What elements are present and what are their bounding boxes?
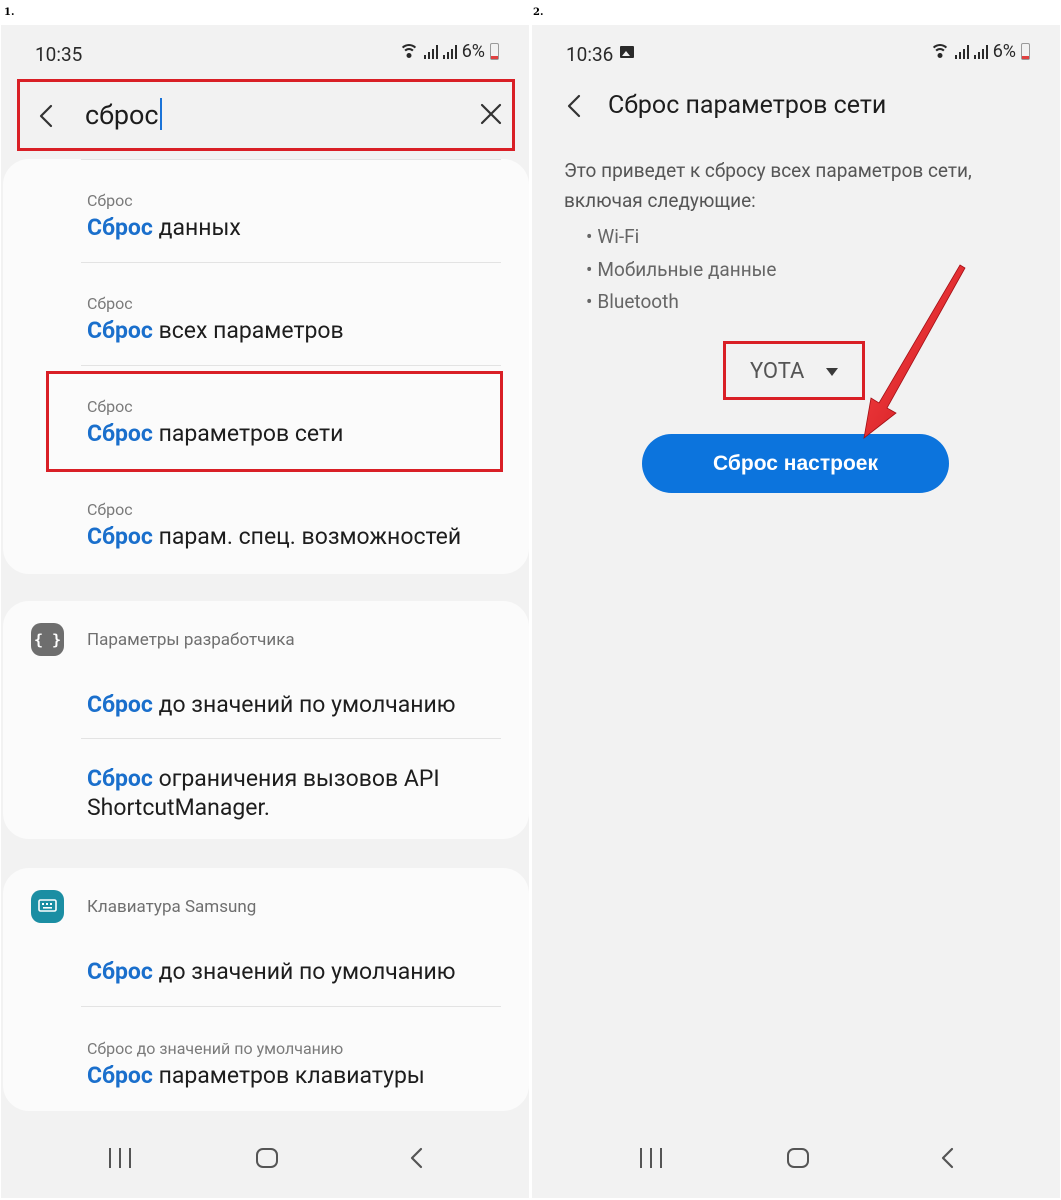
signal-icon: [423, 44, 438, 59]
navigation-bar: [532, 1123, 1060, 1198]
result-shortcutmanager-reset[interactable]: Сброс ограничения вызовов API ShortcutMa…: [87, 761, 509, 821]
status-bar: 10:35 6%: [1, 25, 529, 83]
home-icon[interactable]: [787, 1148, 809, 1168]
recent-apps-icon[interactable]: [640, 1148, 662, 1168]
result-title: Сброс до значений по умолчанию: [87, 958, 456, 985]
list-item: Wi-Fi: [586, 221, 777, 254]
category-label: Параметры разработчика: [87, 630, 295, 650]
list-item: Мобильные данные: [586, 254, 776, 287]
result-title: Сброс до значений по умолчанию: [87, 691, 456, 718]
status-time: 10:35: [35, 43, 83, 66]
wifi-icon: [398, 43, 419, 60]
result-title: Сброс парам. спец. возможностей: [87, 523, 462, 550]
result-title: Сброс данных: [87, 214, 241, 241]
reset-items-list: Wi-Fi Мобильные данные Bluetooth: [586, 221, 777, 319]
result-category: Сброс до значений по умолчанию: [87, 1039, 344, 1058]
samsung-keyboard-card: Клавиатура Samsung Сброс до значений по …: [3, 868, 529, 1111]
reset-settings-button[interactable]: Сброс настроек: [642, 434, 949, 493]
navigation-bar: [1, 1123, 529, 1198]
samsung-keyboard-icon: [31, 890, 64, 923]
page-title: Сброс параметров сети: [608, 91, 887, 120]
annotation-highlight-sim: [723, 341, 865, 400]
battery-icon: [1021, 43, 1030, 60]
result-keyboard-settings-reset[interactable]: Сброс до значений по умолчанию Сброс пар…: [87, 1039, 509, 1089]
recent-apps-icon[interactable]: [109, 1148, 131, 1168]
divider: [81, 262, 501, 263]
result-category: Сброс: [87, 294, 133, 313]
status-time: 10:36: [566, 43, 614, 66]
result-keyboard-reset-defaults[interactable]: Сброс до значений по умолчанию: [87, 954, 509, 985]
result-title: Сброс параметров клавиатуры: [87, 1062, 425, 1089]
phone-screen-network-reset: 10:36 6% Сброс параметров сети Это приве…: [532, 25, 1060, 1198]
annotation-highlight-network-reset: [46, 371, 503, 472]
annotation-highlight-search: [17, 79, 515, 151]
category-label: Клавиатура Samsung: [87, 897, 257, 917]
divider: [81, 365, 501, 366]
divider: [81, 738, 501, 739]
result-dev-reset-defaults[interactable]: Сброс до значений по умолчанию: [87, 687, 509, 718]
developer-options-icon: { }: [31, 623, 64, 656]
result-title-line2: ShortcutManager.: [87, 794, 270, 821]
result-reset-data[interactable]: Сброс Сброс данных: [87, 191, 509, 241]
wifi-icon: [929, 43, 950, 60]
back-icon[interactable]: [562, 93, 588, 119]
result-reset-accessibility[interactable]: Сброс Сброс парам. спец. возможностей: [87, 500, 509, 550]
result-reset-all-settings[interactable]: Сброс Сброс всех параметров: [87, 294, 509, 344]
home-icon[interactable]: [256, 1148, 278, 1168]
battery-icon: [490, 43, 499, 60]
results-card: Сброс Сброс данных Сброс Сброс всех пара…: [3, 159, 529, 574]
signal-icon: [954, 44, 969, 59]
developer-options-card: { } Параметры разработчика Сброс до знач…: [3, 601, 529, 839]
svg-text:{ }: { }: [34, 631, 61, 649]
step-label-1: 1.: [4, 7, 15, 18]
battery-percent: 6%: [461, 41, 485, 62]
result-category: Сброс: [87, 191, 133, 210]
nav-back-icon[interactable]: [406, 1147, 428, 1169]
list-item: Bluetooth: [586, 286, 777, 319]
status-bar: 10:36 6%: [532, 25, 1060, 83]
nav-back-icon[interactable]: [937, 1147, 959, 1169]
signal-icon: [973, 44, 988, 59]
divider: [81, 159, 501, 160]
battery-percent: 6%: [992, 41, 1016, 62]
gallery-icon: [620, 46, 634, 58]
divider: [81, 1006, 501, 1007]
description-text: Это приведет к сбросу всех параметров се…: [564, 159, 972, 212]
result-title: Сброс ограничения вызовов API: [87, 765, 440, 792]
result-title: Сброс всех параметров: [87, 317, 344, 344]
phone-screen-search: 10:35 6% сброс Сброс Сброс данных Сброс …: [1, 25, 529, 1198]
step-label-2: 2.: [533, 7, 544, 18]
signal-icon: [442, 44, 457, 59]
result-category: Сброс: [87, 500, 133, 519]
